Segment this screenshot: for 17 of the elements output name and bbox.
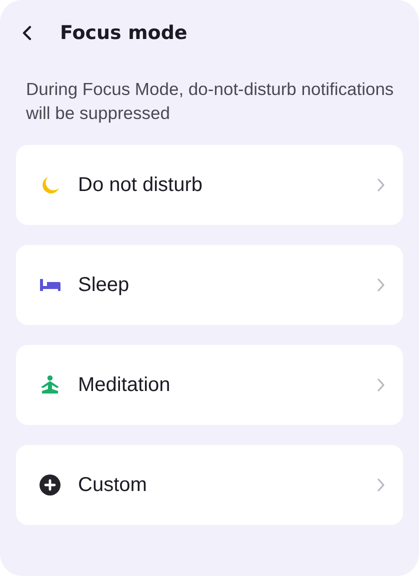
item-label: Meditation	[78, 374, 172, 396]
mode-item[interactable]: Sleep	[16, 245, 403, 325]
chevron-icon	[377, 278, 385, 292]
page-title: Focus mode	[60, 22, 188, 44]
item-label: Custom	[78, 474, 148, 496]
chevron-icon	[377, 378, 385, 392]
chevron-icon	[377, 478, 385, 492]
bed-icon	[38, 277, 62, 293]
mode-item[interactable]: Meditation	[16, 345, 403, 425]
back-icon[interactable]	[22, 25, 32, 41]
item-label: Do not disturb	[78, 174, 204, 196]
chevron-icon	[377, 178, 385, 192]
add-icon	[38, 474, 62, 496]
item-label: Sleep	[78, 274, 130, 296]
mode-item[interactable]: Do not disturb	[16, 145, 403, 225]
description-text: During Focus Mode, do-not-disturb notifications will be suppressed	[26, 78, 395, 125]
mode-item[interactable]: Custom	[16, 445, 403, 525]
